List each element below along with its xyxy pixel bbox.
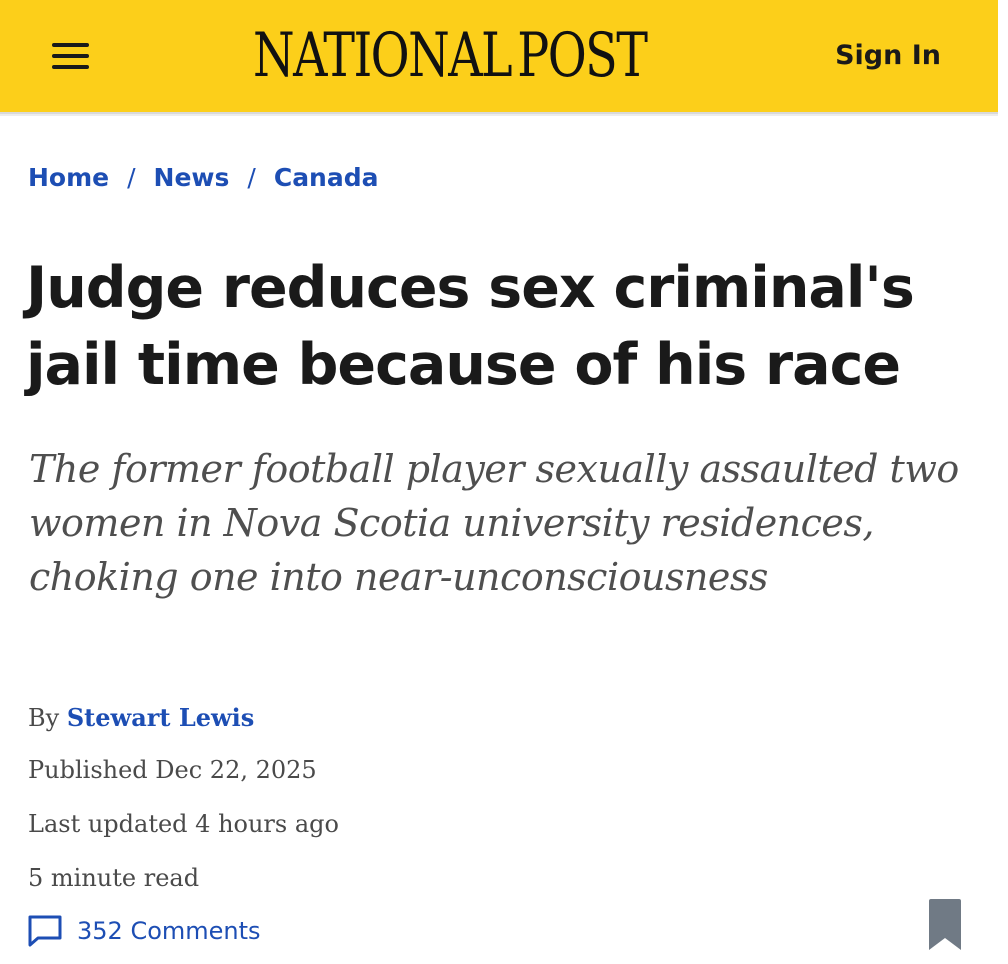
sign-in-button[interactable]: Sign In	[835, 40, 941, 71]
breadcrumb-home[interactable]: Home	[28, 163, 109, 192]
author-link[interactable]: Stewart Lewis	[67, 703, 254, 732]
breadcrumb-separator: /	[247, 163, 256, 192]
comments-link[interactable]: 352 Comments	[27, 914, 261, 948]
breadcrumb-news[interactable]: News	[154, 163, 230, 192]
published-date: Published Dec 22, 2025	[28, 756, 317, 784]
breadcrumb: Home / News / Canada	[28, 163, 379, 192]
byline: By Stewart Lewis	[28, 703, 254, 732]
article-deck: The former football player sexually assa…	[29, 447, 959, 599]
speech-bubble-icon	[28, 915, 62, 947]
logo-text-national: NATIONAL	[253, 19, 513, 91]
bookmark-icon[interactable]	[926, 898, 964, 952]
comments-count: 352 Comments	[77, 917, 261, 945]
breadcrumb-separator: /	[127, 163, 136, 192]
breadcrumb-canada[interactable]: Canada	[274, 163, 379, 192]
hamburger-menu-icon[interactable]	[52, 40, 90, 72]
read-time: 5 minute read	[28, 864, 200, 892]
byline-prefix: By	[28, 704, 60, 732]
site-header: NATIONAL POST Sign In	[0, 0, 998, 114]
national-post-logo[interactable]: NATIONAL POST	[253, 19, 648, 91]
header-divider	[0, 114, 998, 116]
logo-text-post: POST	[517, 19, 648, 91]
article-headline: Judge reduces sex criminal's jail time b…	[26, 255, 915, 398]
last-updated: Last updated 4 hours ago	[28, 810, 339, 838]
